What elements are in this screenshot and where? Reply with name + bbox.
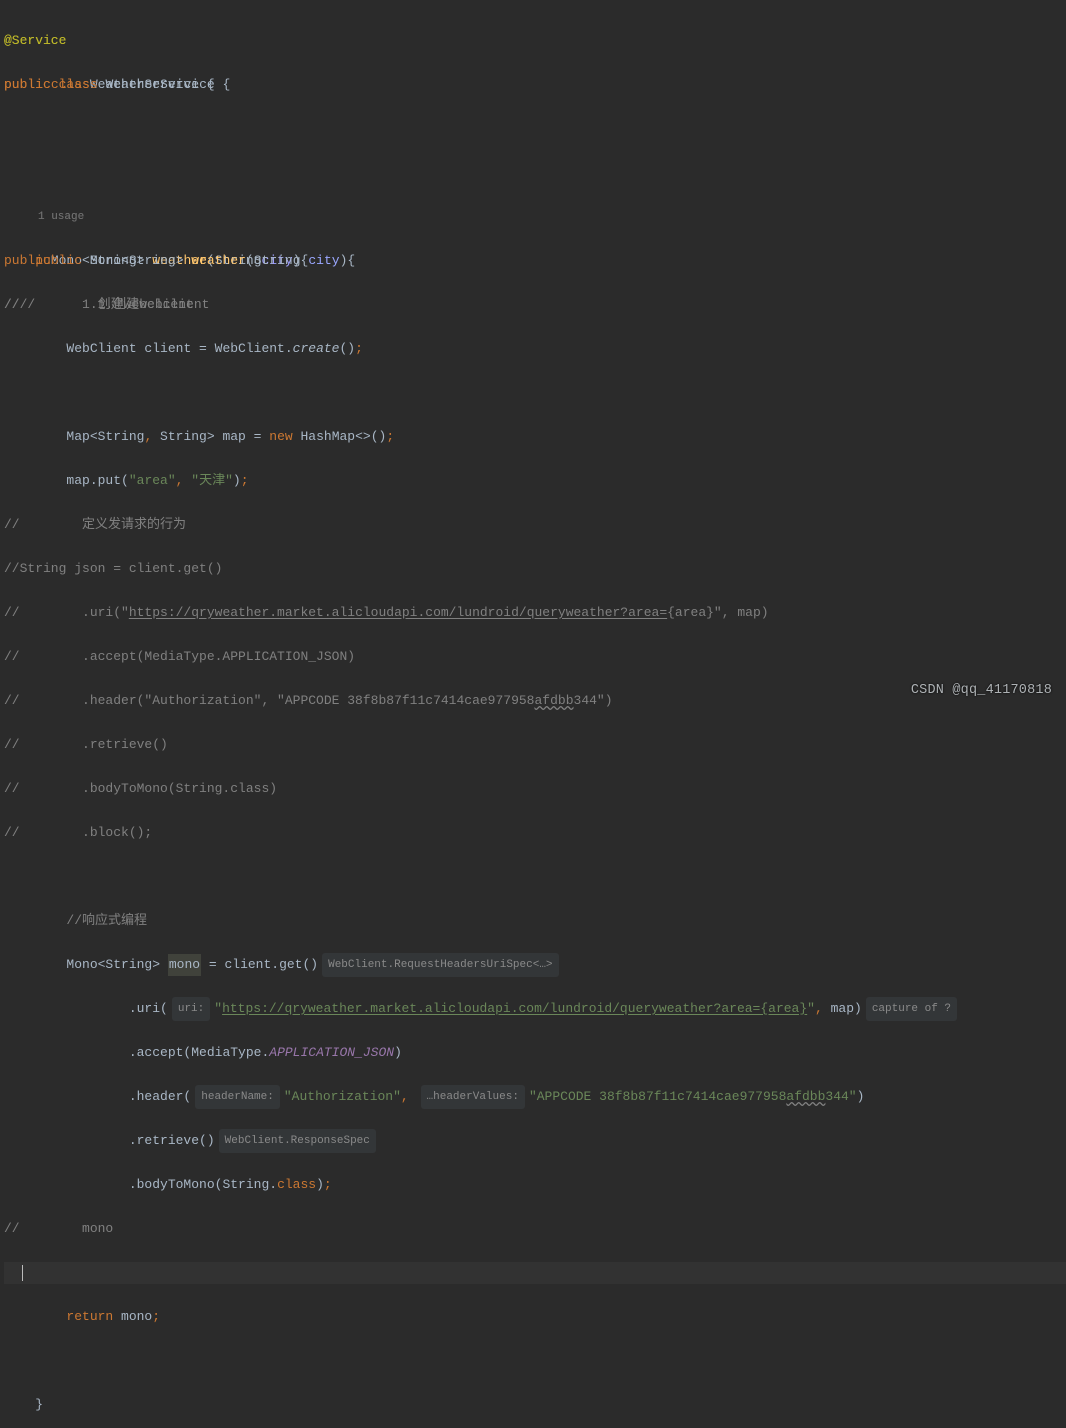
semicolon: ;: [152, 1306, 160, 1328]
comma: ,: [144, 426, 160, 448]
param-type: String: [254, 250, 301, 272]
code-text: .uri(: [129, 998, 168, 1020]
comment: //响应式编程: [66, 910, 147, 932]
usage-hint[interactable]: 1 usage: [4, 206, 84, 228]
code-text: ): [316, 1174, 324, 1196]
inlay-hint: …headerValues:: [421, 1085, 525, 1109]
semicolon: ;: [355, 338, 363, 360]
brace: {: [215, 74, 231, 96]
comment: 344"): [574, 690, 613, 712]
comma: ,: [401, 1086, 417, 1108]
code-text: (): [339, 338, 355, 360]
watermark: CSDN @qq_41170818: [911, 680, 1052, 702]
inlay-hint: WebClient.ResponseSpec: [219, 1129, 376, 1153]
text-caret: [22, 1265, 23, 1281]
semicolon: ;: [241, 470, 249, 492]
string: 344": [825, 1086, 856, 1108]
string: "天津": [191, 470, 233, 492]
semicolon: ;: [386, 426, 394, 448]
code-text: HashMap<>(): [300, 426, 386, 448]
comment: // 定义发请求的行为: [4, 514, 186, 536]
comment: // .accept(MediaType.APPLICATION_JSON): [4, 646, 355, 668]
inlay-hint: headerName:: [195, 1085, 280, 1109]
kw-public: public: [4, 74, 51, 96]
comma: ,: [815, 998, 831, 1020]
code-text: Map<String: [66, 426, 144, 448]
comment: // .retrieve(): [4, 734, 168, 756]
code-text: ): [394, 1042, 402, 1064]
code-text: .accept(MediaType.: [129, 1042, 269, 1064]
string: ": [807, 998, 815, 1020]
semicolon: ;: [324, 1174, 332, 1196]
code-text: ): [857, 1086, 865, 1108]
kw-class: class: [59, 74, 98, 96]
code-editor-main[interactable]: @Service public class WeatherService { 1…: [0, 0, 1066, 1428]
comment: // .header("Authorization", "APPCODE 38f…: [4, 690, 535, 712]
method-name: weather: [191, 250, 246, 272]
param-name: city: [308, 250, 339, 272]
var: mono: [121, 1306, 152, 1328]
code-text: .header(: [129, 1086, 191, 1108]
string: "Authorization": [284, 1086, 401, 1108]
kw-new: new: [269, 426, 300, 448]
code-text: = client.get(): [201, 954, 318, 976]
comment: {area}", map): [667, 602, 768, 624]
code-text: map): [831, 998, 862, 1020]
type: Mono: [90, 250, 121, 272]
code-text: ): [233, 470, 241, 492]
code-text: Mono<String>: [66, 954, 167, 976]
code-text: WebClient client = WebClient.: [66, 338, 292, 360]
string: "area": [129, 470, 176, 492]
comment: //String json = client.get(): [4, 558, 222, 580]
kw-public: public: [35, 250, 82, 272]
kw-return: return: [66, 1306, 121, 1328]
comment: // .bodyToMono(String.class): [4, 778, 277, 800]
var-highlight: mono: [168, 954, 201, 976]
sig-tail: ){: [340, 250, 356, 272]
comment-typo: afdbb: [535, 690, 574, 712]
type: String: [129, 250, 176, 272]
string-typo: afdbb: [786, 1086, 825, 1108]
string: "APPCODE 38f8b87f11c7414cae977958: [529, 1086, 786, 1108]
inlay-hint: capture of ?: [866, 997, 957, 1021]
brace: }: [35, 1394, 43, 1416]
inlay-hint: uri:: [172, 997, 210, 1021]
code-text: .bodyToMono(String.: [129, 1174, 277, 1196]
code-text: String> map =: [160, 426, 269, 448]
inlay-hint: WebClient.RequestHeadersUriSpec<…>: [322, 953, 558, 977]
string-url: https://qryweather.market.alicloudapi.co…: [222, 998, 807, 1020]
comment-url: https://qryweather.market.alicloudapi.co…: [129, 602, 667, 624]
code-text: map.put(: [66, 470, 128, 492]
comment: // mono: [4, 1218, 113, 1240]
comment: // 1.创建webclient: [4, 294, 194, 316]
comment: // .block();: [4, 822, 152, 844]
comma: ,: [176, 470, 192, 492]
annotation: @Service: [4, 30, 66, 52]
constant: APPLICATION_JSON: [269, 1042, 394, 1064]
kw-class: class: [277, 1174, 316, 1196]
comment: // .uri(": [4, 602, 129, 624]
class-name: WeatherService: [105, 74, 214, 96]
code-text: .retrieve(): [129, 1130, 215, 1152]
string: ": [214, 998, 222, 1020]
static-method: create: [293, 338, 340, 360]
